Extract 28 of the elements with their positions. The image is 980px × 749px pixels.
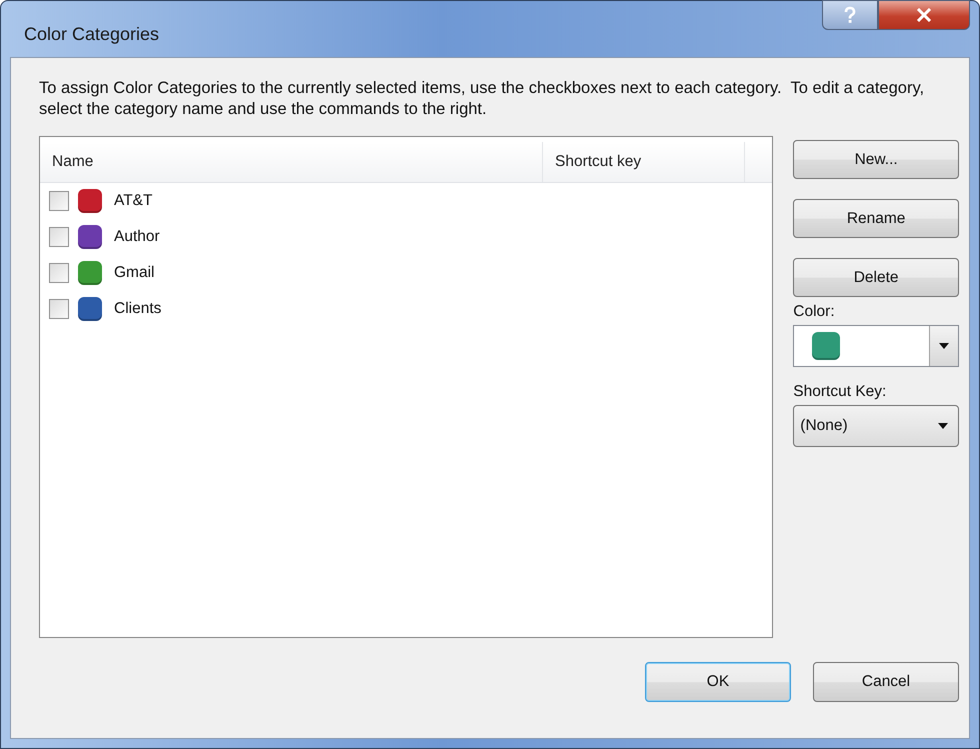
checkbox[interactable] xyxy=(49,263,69,283)
checkbox[interactable] xyxy=(49,191,69,211)
close-button[interactable] xyxy=(878,0,970,30)
help-icon xyxy=(843,6,857,24)
command-button[interactable]: Rename xyxy=(793,199,959,238)
category-name[interactable]: AT&T xyxy=(114,192,152,210)
dropdown-button[interactable] xyxy=(929,326,958,366)
dialog-button[interactable]: Cancel xyxy=(813,662,959,702)
dialog-button[interactable]: OK xyxy=(645,662,791,702)
command-button[interactable]: Delete xyxy=(793,258,959,297)
checkbox[interactable] xyxy=(49,299,69,319)
category-name[interactable]: Clients xyxy=(114,300,162,318)
column-header[interactable]: Shortcut key xyxy=(543,142,745,182)
color-dropdown[interactable] xyxy=(793,325,959,367)
shortcut-key-dropdown[interactable]: (None) xyxy=(793,405,959,447)
caret-icon xyxy=(938,423,948,429)
category-name[interactable]: Gmail xyxy=(114,264,154,282)
close-icon xyxy=(916,8,932,22)
instructions-text: To assign Color Categories to the currently selected items, use the checkboxes next to each category. To edit a category, select the category name and use the commands to the right. xyxy=(39,78,926,120)
help-button[interactable] xyxy=(822,0,878,30)
category-name[interactable]: Author xyxy=(114,228,160,246)
window-title: Color Categories xyxy=(23,22,160,44)
checkbox[interactable] xyxy=(49,227,69,247)
color-label: Color: xyxy=(793,303,836,321)
shortcut-key-label: Shortcut Key: xyxy=(793,383,888,401)
column-header[interactable]: Name xyxy=(40,142,543,182)
command-button[interactable]: New... xyxy=(793,140,959,179)
caret-icon xyxy=(939,343,949,349)
